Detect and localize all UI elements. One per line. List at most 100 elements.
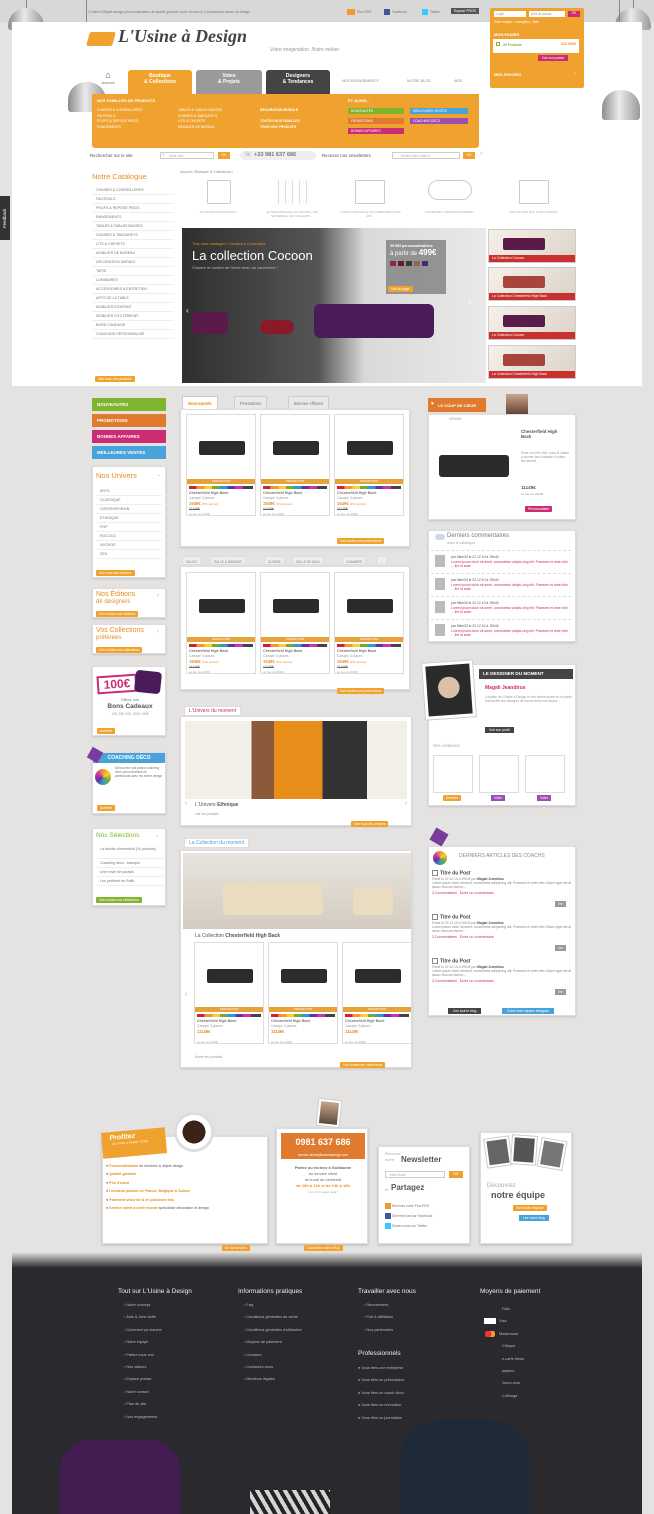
color-swatches[interactable] [189,644,253,647]
product-image[interactable] [189,575,253,635]
family-link[interactable]: MOBILIER DE BUREAU [178,125,222,131]
footer-link[interactable]: Vous êtes un journaliste [358,1416,404,1428]
hero-thumb[interactable]: La Collection Chesterfield High Back [488,267,576,301]
color-swatches[interactable] [337,644,401,647]
univers-item[interactable]: VINTAGE [96,541,162,550]
read-more-button[interactable]: lire [555,945,566,951]
footer-link[interactable]: Nos engagements [124,1415,162,1427]
creation-buy-button[interactable]: Acheter [443,795,462,801]
footer-link[interactable]: Recrutement [364,1303,393,1315]
bonnes-affaires-button[interactable]: BONNES AFFAIRES [92,430,166,443]
product-image[interactable] [271,945,335,1005]
product-name[interactable]: Chesterfield High Back [337,649,376,653]
nav-link-blog[interactable]: NOTRE BLOG [407,79,431,83]
cart-title[interactable]: MON PANIER [494,32,519,37]
selection-item[interactable]: Les préférés de Rafik [96,877,164,886]
catalogue-item[interactable]: ACCESSOIRES & ENTRETIEN [92,285,174,294]
univers-item[interactable]: ROCOCO [96,532,162,541]
coup-de-coeur-image[interactable] [439,455,509,477]
footer-link[interactable]: Comment ça marche [124,1328,161,1340]
catalogue-item[interactable]: LITS & CHEVETS [92,240,174,249]
all-editions-button[interactable]: Voir toutes nos éditions [96,611,139,617]
footer-link[interactable]: Vous êtes un coach déco [358,1391,404,1403]
footer-link[interactable]: Mentions légales [244,1377,302,1389]
family-link[interactable]: TABLES & TABLES BASSES [178,108,222,114]
room-tab[interactable]: SALLE À MANGER [210,556,246,565]
newsletter-footer-ok[interactable]: OK [449,1171,463,1178]
room-tab[interactable]: CUISINE [264,556,285,565]
tab-nouveautes[interactable]: Nouveautés [182,396,218,409]
catalogue-item[interactable]: CHAISES & CONSEILLERES [92,186,174,195]
nav-link-engagements[interactable]: NOS ENGAGEMENTS [342,79,379,83]
tab-promotions[interactable]: Promotions [234,396,268,409]
logo-icon[interactable] [86,32,116,46]
login-input[interactable]: Login [494,11,526,17]
bonnes-affaires-link[interactable]: BONNES AFFAIRES [348,128,404,134]
checkbox[interactable] [432,914,438,920]
product-name[interactable]: Chesterfield High Back [263,491,302,495]
twitter-footer-link[interactable]: Suivez-nous sur Twitter [392,1224,427,1228]
univers-item[interactable]: ARTS [96,487,162,496]
write-comment-link[interactable]: Écrire un commentaire [460,891,494,895]
gift-card-buy-button[interactable]: Acheter [97,728,116,734]
comment-count[interactable]: 3 Commentaires [432,935,457,939]
footer-link[interactable]: Notre conseil [124,1390,162,1402]
create-designer-space-button[interactable]: Créer mon espace designer [502,1008,554,1014]
family-link[interactable]: CHAISES & CONSEILLERES [97,108,142,114]
catalogue-item[interactable]: LUMINAIRES [92,276,174,285]
write-comment-link[interactable]: Écrire un commentaire [460,935,494,939]
catalogue-item[interactable]: CHAISES & TABOURETS [92,231,174,240]
creation-vote-button[interactable]: Voter [537,795,552,801]
product-image[interactable] [189,417,253,477]
footer-link[interactable]: Notre concept [124,1303,162,1315]
catalogue-item[interactable]: TABLES & TABLES BASSES [92,222,174,231]
faq-button[interactable]: Consultez notre FAQ [304,1245,343,1251]
catalogue-item[interactable]: MOBILIER D'ENFANT [92,303,174,312]
search-input[interactable]: Mots clés [160,152,214,159]
login-ok-button[interactable]: OK [568,11,580,17]
catalogue-item[interactable]: MOBILIER DE BUREAU [92,249,174,258]
product-card[interactable]: PROMOTION Chesterfield High Back Canapé 3 … [186,572,256,674]
room-tab[interactable]: SALLE DE BAIN [292,556,324,565]
tab-bonnes-affaires[interactable]: Bonnes Affaires [288,396,330,409]
color-swatches[interactable] [345,1014,409,1017]
hero-prev-arrow[interactable]: ‹ [186,306,189,315]
chevron-right-icon[interactable]: › [574,71,576,77]
family-link[interactable]: RANGEMENTS [97,125,142,131]
product-name[interactable]: Chesterfield High Back [345,1019,384,1023]
nav-link-aide[interactable]: AIDE [454,79,462,83]
designer-profile-button[interactable]: Voir son profil [485,727,514,733]
creation-vote-button[interactable]: Voter [491,795,506,801]
contact-email[interactable]: service-clients@lusineadesign.com [281,1153,365,1157]
favorites-title[interactable]: MES FAVORIS [494,72,521,77]
tab-boutique[interactable]: Boutique & Collections [128,70,192,94]
view-cart-button[interactable]: Voir mon panier [538,55,569,61]
chevron-down-icon[interactable]: ⌄ [155,833,159,839]
univers-item[interactable]: CONTEMPORAIN [96,505,162,514]
footer-link[interactable]: Parlez nous vrai [124,1353,162,1365]
univers-next-arrow[interactable]: › [405,801,407,807]
newsletter-footer-input[interactable]: Votre Email [385,1171,445,1178]
product-image[interactable] [197,945,261,1005]
product-name[interactable]: Chesterfield High Back [263,649,302,653]
footer-link[interactable]: Moyens de paiement [244,1340,302,1352]
hero-view-button[interactable]: Voir la page [388,286,413,292]
tab-designers[interactable]: Designers & Tendances [266,70,330,94]
product-card[interactable]: PROMOTION Chesterfield High Back Canapé 3 … [260,414,330,516]
personnaliser-button[interactable]: Personnaliser [525,506,553,512]
color-swatches[interactable] [263,486,327,489]
collection-image[interactable] [183,853,411,929]
footer-link[interactable]: Vous êtes un prescripteur [358,1378,404,1390]
all-products-link[interactable]: TOUS NOS PRODUITS [260,125,300,131]
univers-image[interactable] [185,721,407,799]
checkbox[interactable] [432,870,438,876]
creation-card[interactable] [433,755,473,793]
product-card[interactable]: PROMOTION Chesterfield High Back Canapé 3 … [342,942,412,1044]
rss-icon[interactable] [347,9,355,15]
univers-item[interactable]: POP [96,523,162,532]
product-card[interactable]: PROMOTION Chesterfield High Back Canapé 3 … [186,414,256,516]
breadcrumb[interactable]: Accueil / Boutique & Collections / [180,170,233,174]
hero-banner[interactable]: Tous notre catalogue / Canapes & Convivi… [182,228,486,383]
facebook-icon[interactable] [384,9,390,15]
password-input[interactable]: Mot de passe [529,11,565,17]
